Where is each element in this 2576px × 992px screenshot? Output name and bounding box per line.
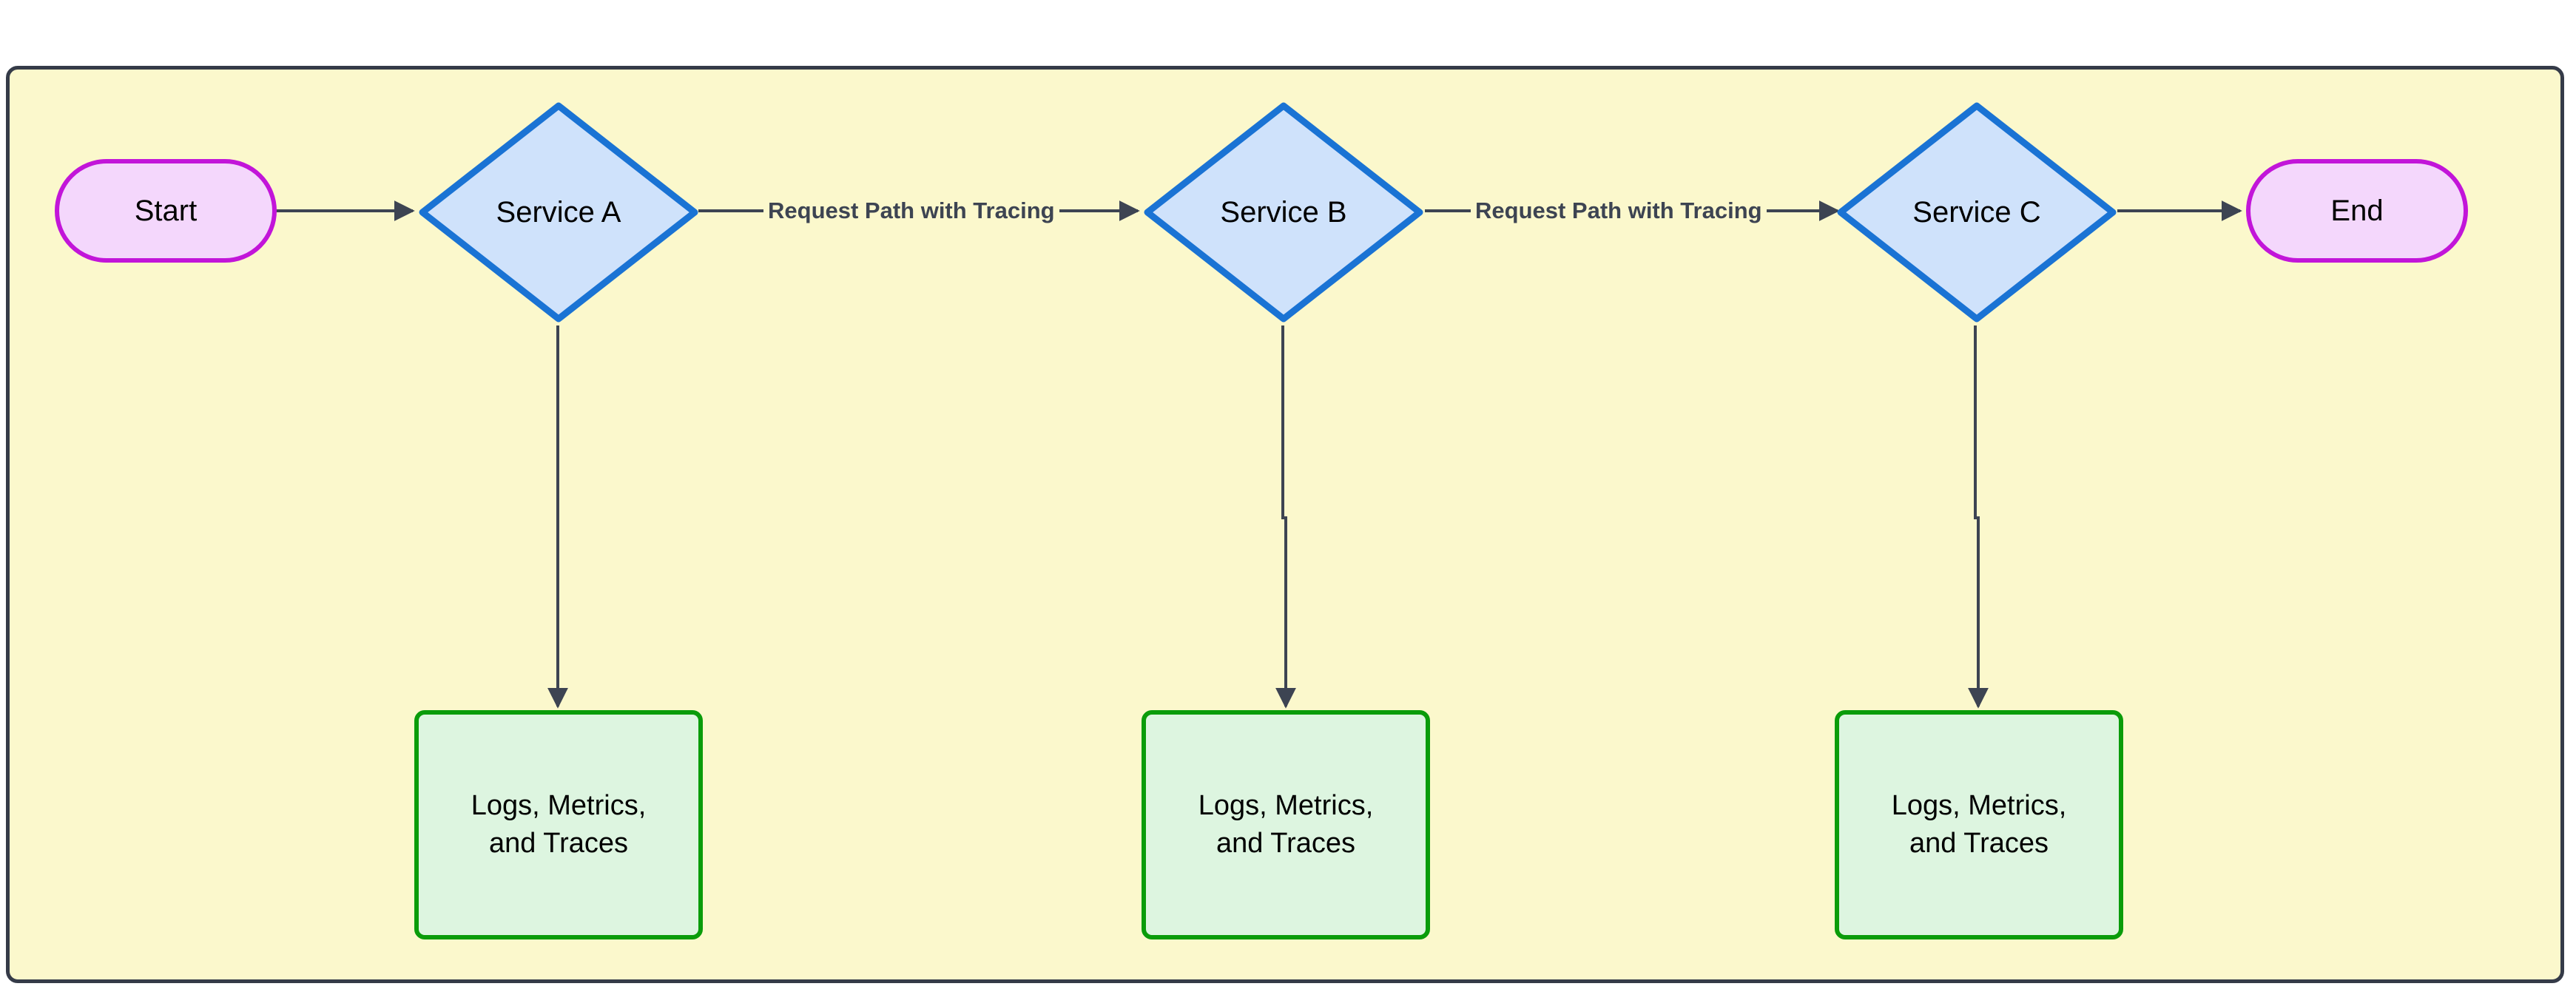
- node-service-c-label: Service C: [1912, 196, 2041, 229]
- node-service-a-label: Service A: [496, 196, 621, 229]
- node-end-label: End: [2330, 195, 2384, 227]
- node-telemetry-c[interactable]: Logs, Metrics, and Traces: [1835, 710, 2123, 939]
- node-telemetry-a-label-line2: and Traces: [489, 828, 628, 859]
- node-telemetry-a[interactable]: Logs, Metrics, and Traces: [414, 710, 703, 939]
- node-telemetry-c-label-line2: and Traces: [1909, 828, 2049, 859]
- node-telemetry-c-label-line1: Logs, Metrics,: [1891, 789, 2067, 821]
- node-start-label: Start: [134, 195, 198, 227]
- node-telemetry-b-label-line2: and Traces: [1216, 828, 1355, 859]
- node-service-b[interactable]: Service B: [1143, 101, 1424, 323]
- edge-label-servicea-to-serviceb: Request Path with Tracing: [763, 198, 1059, 224]
- node-service-b-label: Service B: [1220, 196, 1347, 229]
- node-telemetry-a-label-line1: Logs, Metrics,: [471, 789, 647, 821]
- node-start[interactable]: Start: [55, 159, 277, 263]
- node-end[interactable]: End: [2246, 159, 2468, 263]
- node-telemetry-b-label-line1: Logs, Metrics,: [1198, 789, 1374, 821]
- diagram-canvas: Start Service A Service B Service C End …: [0, 0, 2576, 992]
- node-service-c[interactable]: Service C: [1836, 101, 2117, 323]
- edge-label-serviceb-to-servicec: Request Path with Tracing: [1471, 198, 1767, 224]
- node-telemetry-b[interactable]: Logs, Metrics, and Traces: [1142, 710, 1430, 939]
- node-service-a[interactable]: Service A: [418, 101, 699, 323]
